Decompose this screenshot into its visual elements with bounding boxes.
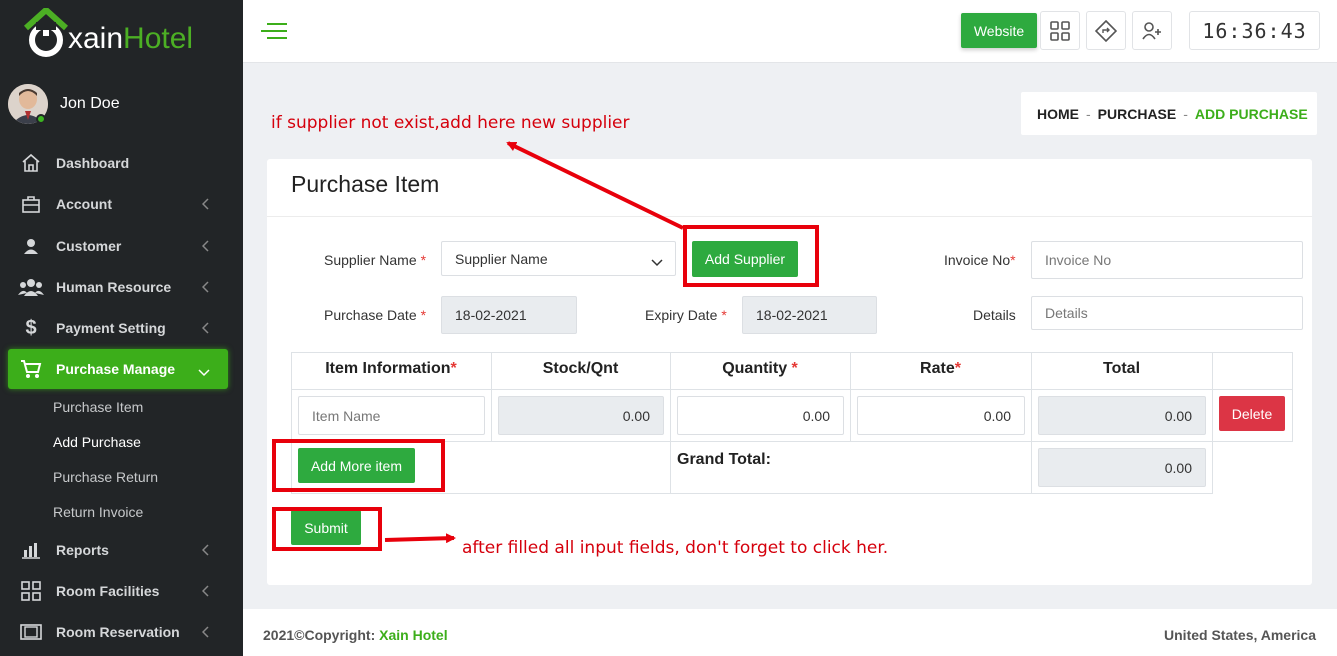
copyright: 2021©Copyright: Xain Hotel [263, 627, 448, 643]
arrow-to-submit-note [384, 533, 456, 544]
annotation-supplier-text: if supplier not exist,add here new suppl… [271, 113, 630, 133]
arrow-to-supplier-note [506, 141, 684, 230]
footer-region: United States, America [1164, 627, 1316, 643]
footer: 2021©Copyright: Xain Hotel United States… [243, 609, 1337, 656]
annotation-submit-text: after filled all input fields, don't for… [462, 538, 889, 558]
copyright-text: 2021©Copyright: [263, 627, 380, 643]
footer-brand-link[interactable]: Xain Hotel [379, 627, 447, 643]
